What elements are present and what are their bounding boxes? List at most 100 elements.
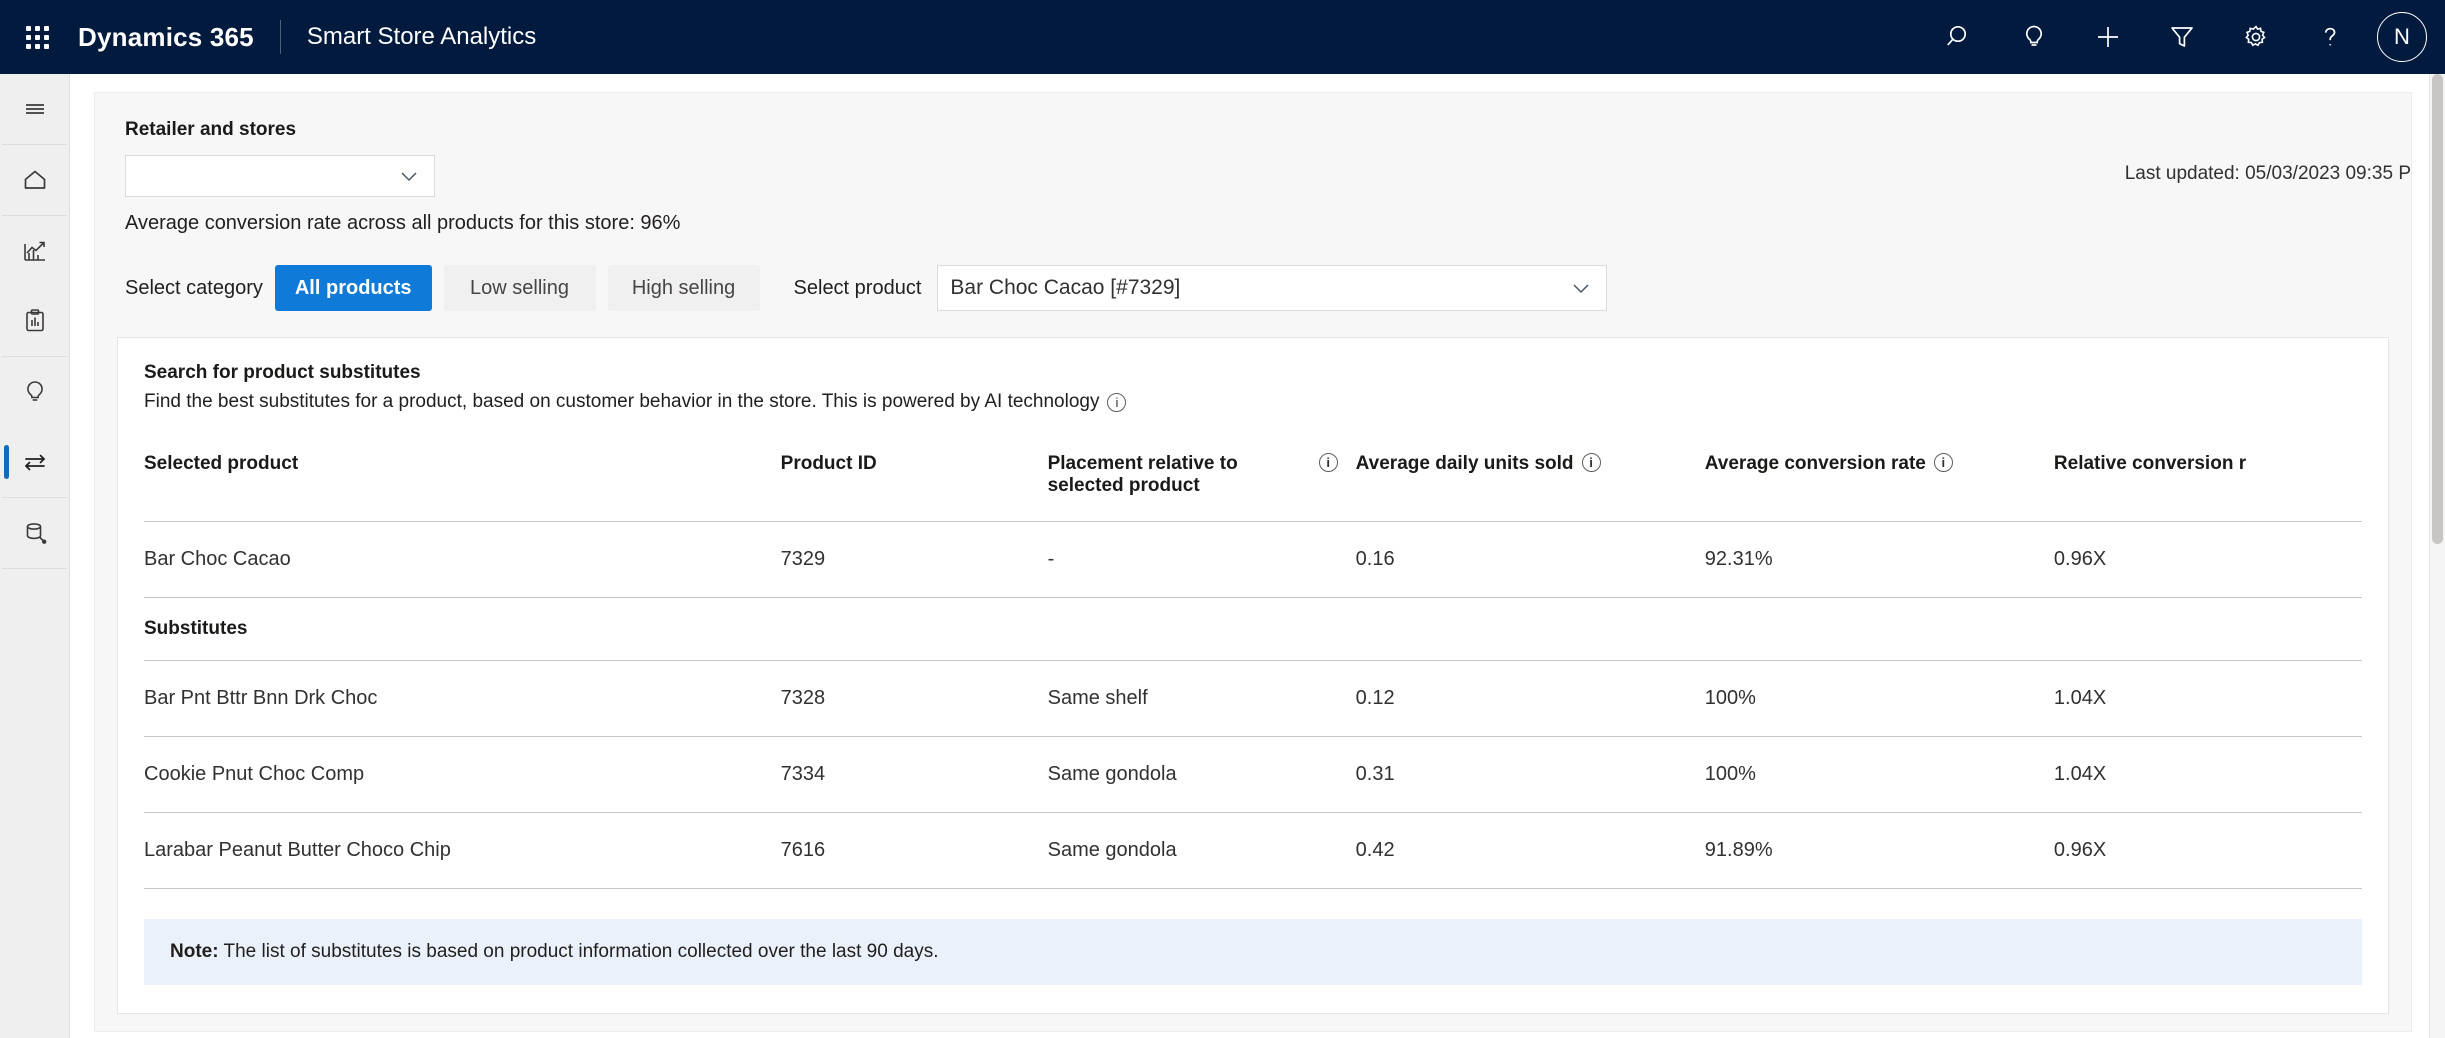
card-subtitle-text: Find the best substitutes for a product,… [144,391,1100,412]
product-dropdown[interactable]: Bar Choc Cacao [#7329] [937,265,1608,311]
gear-icon[interactable] [2219,0,2293,74]
cell-avg-daily-units-sold: 0.16 [1355,521,1705,598]
cell-product-name: Bar Pnt Bttr Bnn Drk Choc [144,660,781,737]
column-header-selected-product: Selected product [144,453,781,522]
retailer-store-dropdown[interactable] [125,155,435,197]
cell-avg-conversion-rate: 100% [1704,736,2054,813]
main-canvas: Retailer and stores Last updated: 05/03/… [70,74,2445,1038]
cell-relative-conversion-rate: 1.04X [2053,660,2362,737]
table-row[interactable]: Cookie Pnut Choc Comp 7334 Same gondola … [144,736,2362,813]
cell-product-id: 7616 [780,812,1048,889]
sidebar-item-insights[interactable] [0,357,70,427]
cell-placement: Same gondola [1047,736,1356,813]
brand-title[interactable]: Dynamics 365 [78,22,254,53]
note-prefix: Note: [170,941,219,962]
note-text: The list of substitutes is based on prod… [223,941,939,962]
cell-avg-conversion-rate: 100% [1704,660,2054,737]
cell-product-id: 7328 [780,660,1048,737]
note-banner: Note: The list of substitutes is based o… [144,919,2362,985]
clipboard-report-icon [20,306,50,336]
vertical-scrollbar[interactable] [2429,74,2445,1038]
info-icon[interactable]: i [1107,392,1127,412]
app-launcher-button[interactable] [0,0,74,74]
lightbulb-icon [20,377,50,407]
plus-icon[interactable] [2071,0,2145,74]
column-header-text: Selected product [144,453,299,474]
group-label: Substitutes [144,597,2362,661]
top-app-bar: Dynamics 365 Smart Store Analytics N [0,0,2445,74]
substitutes-table: Selected product Product ID Placement re… [144,453,2362,889]
app-name-label[interactable]: Smart Store Analytics [307,23,536,51]
column-header-relative-conversion-rate: Relative conversion r [2053,453,2362,522]
column-header-avg-daily-units-sold: Average daily units sold i [1355,453,1705,522]
select-category-label: Select category [125,276,263,299]
table-group-header-substitutes: Substitutes [144,597,2362,661]
cell-product-name: Bar Choc Cacao [144,521,781,598]
database-icon [20,518,50,548]
cell-relative-conversion-rate: 0.96X [2053,521,2362,598]
category-button-high-selling[interactable]: High selling [607,265,760,311]
sidebar-item-substitutes[interactable] [0,427,70,497]
table-header: Selected product Product ID Placement re… [144,453,2362,522]
average-conversion-summary: Average conversion rate across all produ… [125,212,681,234]
cell-product-id: 7329 [780,521,1048,598]
cell-placement: - [1047,521,1356,598]
table-body: Bar Choc Cacao 7329 - 0.16 92.31% 0.96X … [144,521,2362,889]
column-header-text: Relative conversion r [2053,453,2247,474]
select-product-label: Select product [793,276,922,299]
brand-divider [279,20,281,54]
table-header-row: Selected product Product ID Placement re… [144,453,2362,522]
info-icon[interactable]: i [1318,453,1338,472]
retailer-and-stores-label: Retailer and stores [125,119,297,140]
cell-placement: Same shelf [1047,660,1356,737]
left-nav-rail [0,74,70,1038]
cell-avg-daily-units-sold: 0.12 [1355,660,1705,737]
info-icon[interactable]: i [1581,453,1601,472]
sidebar-item-reports[interactable] [0,286,70,356]
analytics-page: Retailer and stores Last updated: 05/03/… [94,92,2412,1032]
info-icon[interactable]: i [1933,453,1953,472]
sidebar-item-menu[interactable] [0,74,70,144]
hamburger-menu-icon [20,94,50,124]
rail-divider [2,568,67,569]
card-title: Search for product substitutes [144,362,421,383]
help-icon[interactable] [2293,0,2367,74]
sidebar-item-data[interactable] [0,498,70,568]
cell-avg-conversion-rate: 91.89% [1704,812,2054,889]
cell-product-name: Cookie Pnut Choc Comp [144,736,781,813]
trending-chart-icon [20,236,50,266]
cell-product-name: Larabar Peanut Butter Choco Chip [144,812,781,889]
column-header-text: Product ID [780,453,877,474]
cell-product-id: 7334 [780,736,1048,813]
column-header-placement: Placement relative to selected product i [1047,453,1356,522]
table-row-selected-product[interactable]: Bar Choc Cacao 7329 - 0.16 92.31% 0.96X [144,521,2362,598]
table-row[interactable]: Larabar Peanut Butter Choco Chip 7616 Sa… [144,812,2362,889]
waffle-grid-icon [25,25,49,49]
cell-relative-conversion-rate: 0.96X [2053,812,2362,889]
user-avatar[interactable]: N [2377,12,2427,62]
lightbulb-icon[interactable] [1997,0,2071,74]
category-and-product-row: Select category All products Low selling… [125,265,2381,311]
category-button-low-selling[interactable]: Low selling [443,265,596,311]
cell-avg-daily-units-sold: 0.31 [1355,736,1705,813]
column-header-text: Average conversion rate [1704,453,1926,474]
cell-relative-conversion-rate: 1.04X [2053,736,2362,813]
chevron-down-icon [1568,275,1594,301]
card-subtitle: Find the best substitutes for a product,… [144,391,2362,413]
product-dropdown-value: Bar Choc Cacao [#7329] [950,276,1181,299]
cell-avg-conversion-rate: 92.31% [1704,521,2054,598]
sidebar-item-performance[interactable] [0,216,70,286]
filter-icon[interactable] [2145,0,2219,74]
search-icon[interactable] [1923,0,1997,74]
category-button-all-products[interactable]: All products [274,265,432,311]
table-row[interactable]: Bar Pnt Bttr Bnn Drk Choc 7328 Same shel… [144,660,2362,737]
sidebar-item-home[interactable] [0,145,70,215]
scrollbar-thumb[interactable] [2432,74,2443,544]
column-header-product-id: Product ID [780,453,1048,522]
substitutes-card: Search for product substitutes Find the … [117,337,2389,1014]
cell-avg-daily-units-sold: 0.42 [1355,812,1705,889]
app-bar-actions: N [1923,0,2445,74]
home-icon [20,165,50,195]
column-header-avg-conversion-rate: Average conversion rate i [1704,453,2054,522]
cell-placement: Same gondola [1047,812,1356,889]
